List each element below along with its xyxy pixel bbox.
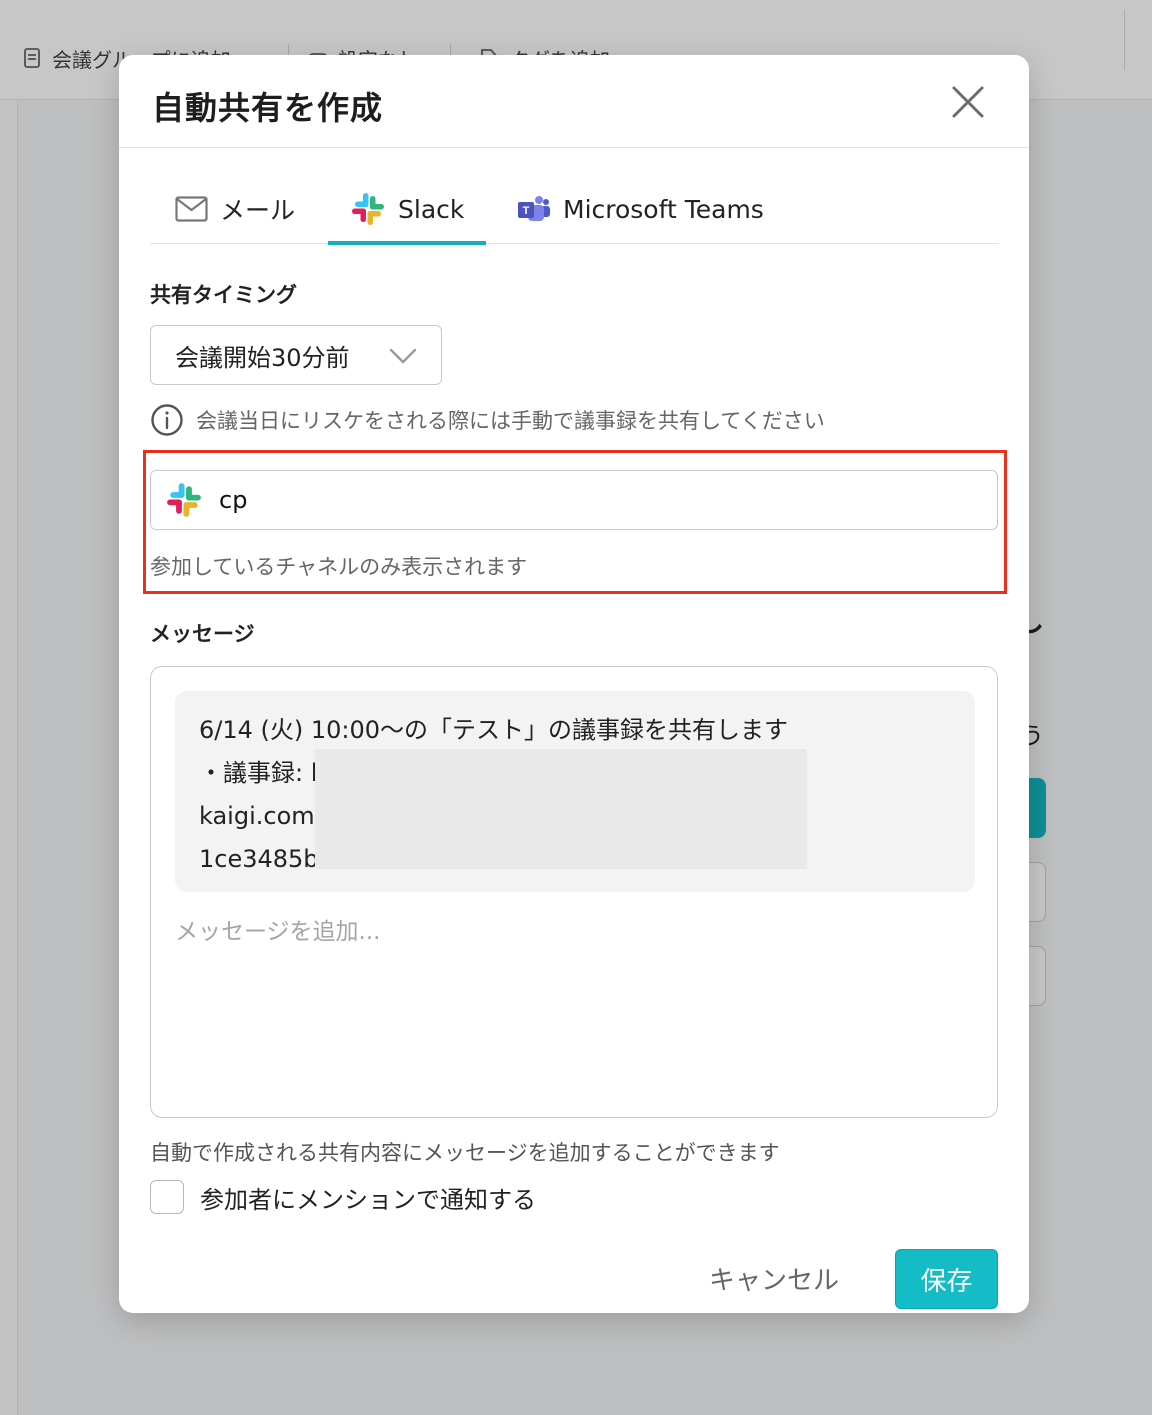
auto-share-modal: 自動共有を作成 メール Slack T Microsoft Teams 共有タイ…: [119, 55, 1029, 1313]
slack-icon: [167, 483, 201, 517]
share-method-tabs: メール Slack T Microsoft Teams: [150, 175, 999, 245]
slack-channel-value: cp: [219, 486, 248, 514]
svg-text:T: T: [523, 205, 530, 217]
chevron-down-icon: [389, 348, 417, 364]
mention-checkbox[interactable]: [150, 1180, 184, 1214]
teams-icon: T: [518, 196, 550, 221]
tab-label: Slack: [398, 194, 465, 224]
tab-microsoft-teams[interactable]: T Microsoft Teams: [517, 175, 764, 243]
redacted-area: [315, 749, 807, 869]
modal-title: 自動共有を作成: [152, 89, 384, 127]
mention-option[interactable]: 参加者にメンションで通知する: [150, 1179, 536, 1215]
message-hint: 自動で作成される共有内容にメッセージを追加することができます: [150, 1141, 780, 1165]
timing-note-text: 会議当日にリスケをされる際には手動で議事録を共有してください: [196, 409, 825, 433]
message-label: メッセージ: [150, 622, 255, 646]
message-preview: 6/14 (火) 10:00〜の「テスト」の議事録を共有します ・議事録: l …: [175, 691, 975, 892]
timing-label: 共有タイミング: [150, 283, 297, 307]
mention-checkbox-label: 参加者にメンションで通知する: [200, 1185, 536, 1214]
close-button[interactable]: [945, 79, 991, 125]
tab-label: Microsoft Teams: [563, 194, 764, 224]
slack-icon: [352, 193, 384, 225]
slack-channel-input[interactable]: cp: [150, 470, 998, 530]
mail-icon: [175, 196, 208, 222]
info-icon: [151, 404, 183, 436]
close-icon: [952, 86, 984, 118]
modal-header: 自動共有を作成: [119, 55, 1029, 148]
cancel-button[interactable]: キャンセル: [709, 1255, 839, 1301]
save-button[interactable]: 保存: [895, 1249, 998, 1309]
timing-select[interactable]: 会議開始30分前: [150, 325, 442, 385]
tab-mail[interactable]: メール: [175, 175, 295, 243]
tab-slack[interactable]: Slack: [328, 175, 487, 245]
timing-selected-value: 会議開始30分前: [175, 343, 350, 372]
tab-label: メール: [220, 196, 296, 225]
message-textarea[interactable]: 6/14 (火) 10:00〜の「テスト」の議事録を共有します ・議事録: l …: [150, 666, 998, 1118]
message-preview-line: 6/14 (火) 10:00〜の「テスト」の議事録を共有します: [199, 716, 789, 744]
timing-note: 会議当日にリスケをされる際には手動で議事録を共有してください: [150, 403, 825, 437]
channel-hint: 参加しているチャネルのみ表示されます: [150, 555, 528, 579]
message-placeholder: メッセージを追加...: [175, 919, 381, 945]
